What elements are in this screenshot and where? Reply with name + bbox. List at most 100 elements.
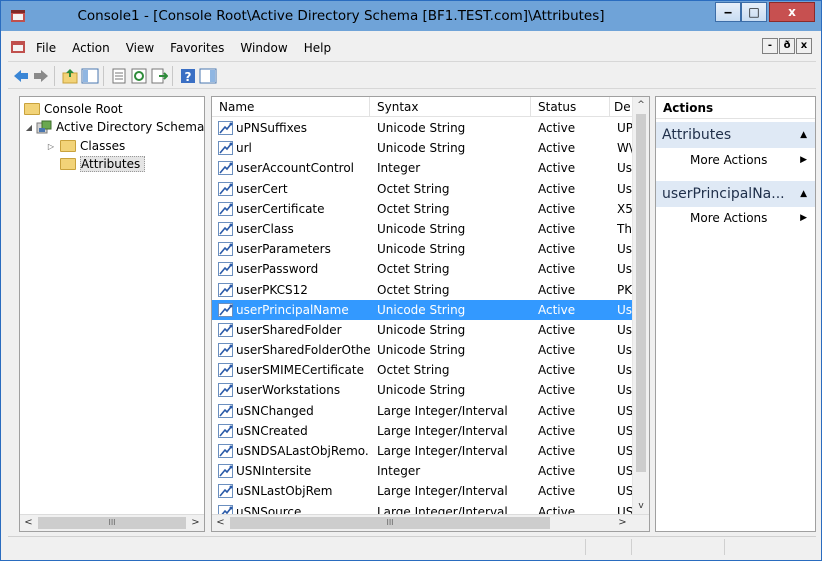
maximize-button[interactable]: □ (741, 2, 767, 22)
attribute-row[interactable]: userClass Unicode String Active Th (212, 219, 634, 239)
column-header-status[interactable]: Status (531, 97, 610, 117)
attribute-row[interactable]: userPKCS12 Octet String Active PK (212, 280, 634, 300)
submenu-arrow-icon: ▶ (800, 213, 807, 223)
collapse-icon[interactable]: ▲ (800, 181, 807, 207)
tree-item-attributes[interactable]: Attributes (60, 155, 146, 173)
scroll-thumb[interactable] (636, 114, 646, 472)
attribute-row[interactable]: userSharedFolderOther Unicode String Activ… (212, 340, 634, 360)
window-title: Console1 - [Console Root\Active Director… (77, 8, 605, 24)
attribute-row[interactable]: uPNSuffixes Unicode String Active UP (212, 118, 634, 138)
list-vertical-scrollbar[interactable]: ^ v (632, 97, 649, 515)
mmc-window: Console1 - [Console Root\Active Director… (0, 0, 822, 561)
attribute-status: Active (538, 403, 576, 418)
attribute-syntax: Octet String (377, 181, 450, 196)
menu-view[interactable]: View (118, 40, 162, 56)
column-header-description[interactable]: De (610, 97, 634, 117)
export-list-icon[interactable] (150, 67, 168, 85)
actions-header: Actions (656, 97, 815, 119)
expanded-icon[interactable]: ◢ (24, 123, 34, 132)
mdi-restore-button[interactable]: ð (779, 38, 795, 54)
menu-window[interactable]: Window (232, 40, 295, 56)
tree-item-active-directory-schema[interactable]: ◢ Active Directory Schema (24, 118, 204, 136)
title-bar[interactable]: Console1 - [Console Root\Active Director… (1, 1, 821, 31)
scroll-right-button[interactable]: > (614, 515, 631, 531)
attribute-status: Active (538, 322, 576, 337)
console-menu-icon[interactable] (11, 40, 25, 54)
attribute-name: uSNDSALastObjRemo... (236, 444, 370, 458)
attribute-row[interactable]: userCertificate Octet String Active X5 (212, 199, 634, 219)
show-hide-console-tree-icon[interactable] (81, 67, 99, 85)
help-icon[interactable]: ? (179, 67, 197, 85)
attribute-row[interactable]: uSNChanged Large Integer/Interval Active US (212, 401, 634, 421)
attribute-icon (218, 141, 233, 156)
section-title: Attributes (662, 127, 732, 143)
minimize-button[interactable]: ‒ (715, 2, 741, 22)
tree-horizontal-scrollbar[interactable]: < III > (20, 514, 204, 531)
menu-action[interactable]: Action (64, 40, 118, 56)
scroll-thumb[interactable]: III (38, 517, 186, 529)
scroll-thumb[interactable]: III (230, 517, 550, 529)
action-label: More Actions (690, 211, 768, 225)
list-horizontal-scrollbar[interactable]: < III > (212, 514, 649, 531)
attribute-status: Active (538, 423, 576, 438)
attribute-row[interactable]: userParameters Unicode String Active Us (212, 239, 634, 259)
close-button[interactable]: x (769, 2, 815, 22)
mdi-minimize-button[interactable]: - (762, 38, 778, 54)
attribute-status: Active (538, 181, 576, 196)
back-arrow-icon[interactable] (12, 67, 30, 85)
attribute-name: userCert (236, 181, 288, 196)
attribute-syntax: Large Integer/Interval (377, 444, 508, 458)
attribute-syntax: Unicode String (377, 221, 466, 236)
attribute-row[interactable]: userPassword Octet String Active Us (212, 259, 634, 279)
attribute-row[interactable]: uSNLastObjRem Large Integer/Interval Activ… (212, 481, 634, 501)
column-header-syntax[interactable]: Syntax (370, 97, 531, 117)
show-hide-action-pane-icon[interactable] (199, 67, 217, 85)
properties-icon[interactable] (110, 67, 128, 85)
attribute-row[interactable]: userCert Octet String Active Us (212, 179, 634, 199)
collapsed-icon[interactable]: ▷ (46, 142, 56, 151)
attribute-row[interactable]: uSNCreated Large Integer/Interval Active US (212, 421, 634, 441)
forward-arrow-icon[interactable] (32, 67, 50, 85)
tree-item-console-root[interactable]: Console Root (24, 100, 123, 118)
attribute-syntax: Octet String (377, 363, 450, 378)
mdi-close-button[interactable]: x (796, 38, 812, 54)
attribute-row[interactable]: uSNDSALastObjRemo... Large Integer/Interv… (212, 441, 634, 461)
attribute-name: uSNChanged (236, 403, 314, 418)
refresh-icon[interactable] (130, 67, 148, 85)
menu-favorites[interactable]: Favorites (162, 40, 232, 56)
attribute-icon (218, 282, 233, 297)
attribute-status: Active (538, 444, 576, 458)
up-one-level-icon[interactable] (61, 67, 79, 85)
attribute-syntax: Integer (377, 464, 421, 479)
attribute-row[interactable]: USNIntersite Integer Active US (212, 461, 634, 481)
attribute-row[interactable]: userSharedFolder Unicode String Active Us (212, 320, 634, 340)
menu-file[interactable]: File (28, 40, 64, 56)
more-actions-userprincipalname[interactable]: More Actions ▶ (656, 208, 815, 228)
menu-help[interactable]: Help (296, 40, 339, 56)
attribute-row[interactable]: userWorkstations Unicode String Active Us (212, 380, 634, 400)
collapse-icon[interactable]: ▲ (800, 122, 807, 148)
tree-label: Active Directory Schema (56, 120, 205, 134)
attribute-row[interactable]: userSMIMECertificate Octet String Active Us (212, 360, 634, 380)
actions-section-attributes[interactable]: Attributes ▲ (656, 122, 815, 148)
attribute-name: userSharedFolderOther (236, 343, 370, 358)
scroll-down-button[interactable]: v (633, 498, 649, 514)
tree-item-classes[interactable]: ▷ Classes (46, 137, 125, 155)
scroll-up-button[interactable]: ^ (633, 97, 649, 113)
attribute-icon (218, 121, 233, 135)
attribute-row[interactable]: userAccountControl Integer Active Us (212, 158, 634, 178)
actions-pane: Actions Attributes ▲ More Actions ▶ user… (655, 96, 816, 532)
attribute-row[interactable]: url Unicode String Active W\ (212, 138, 634, 158)
scroll-left-button[interactable]: < (20, 515, 37, 531)
more-actions-attributes[interactable]: More Actions ▶ (656, 150, 815, 170)
attribute-syntax: Octet String (377, 201, 450, 216)
attribute-name: userParameters (236, 242, 331, 257)
column-header-name[interactable]: Name (212, 97, 370, 117)
scroll-right-button[interactable]: > (187, 515, 204, 531)
attribute-icon (218, 262, 233, 277)
attribute-row[interactable]: userPrincipalName Unicode String Active Us (212, 299, 634, 320)
scroll-left-button[interactable]: < (212, 515, 229, 531)
attribute-status: Active (538, 161, 576, 176)
actions-section-userprincipalname[interactable]: userPrincipalNa... ▲ (656, 181, 815, 207)
status-bar-panel (631, 539, 724, 555)
